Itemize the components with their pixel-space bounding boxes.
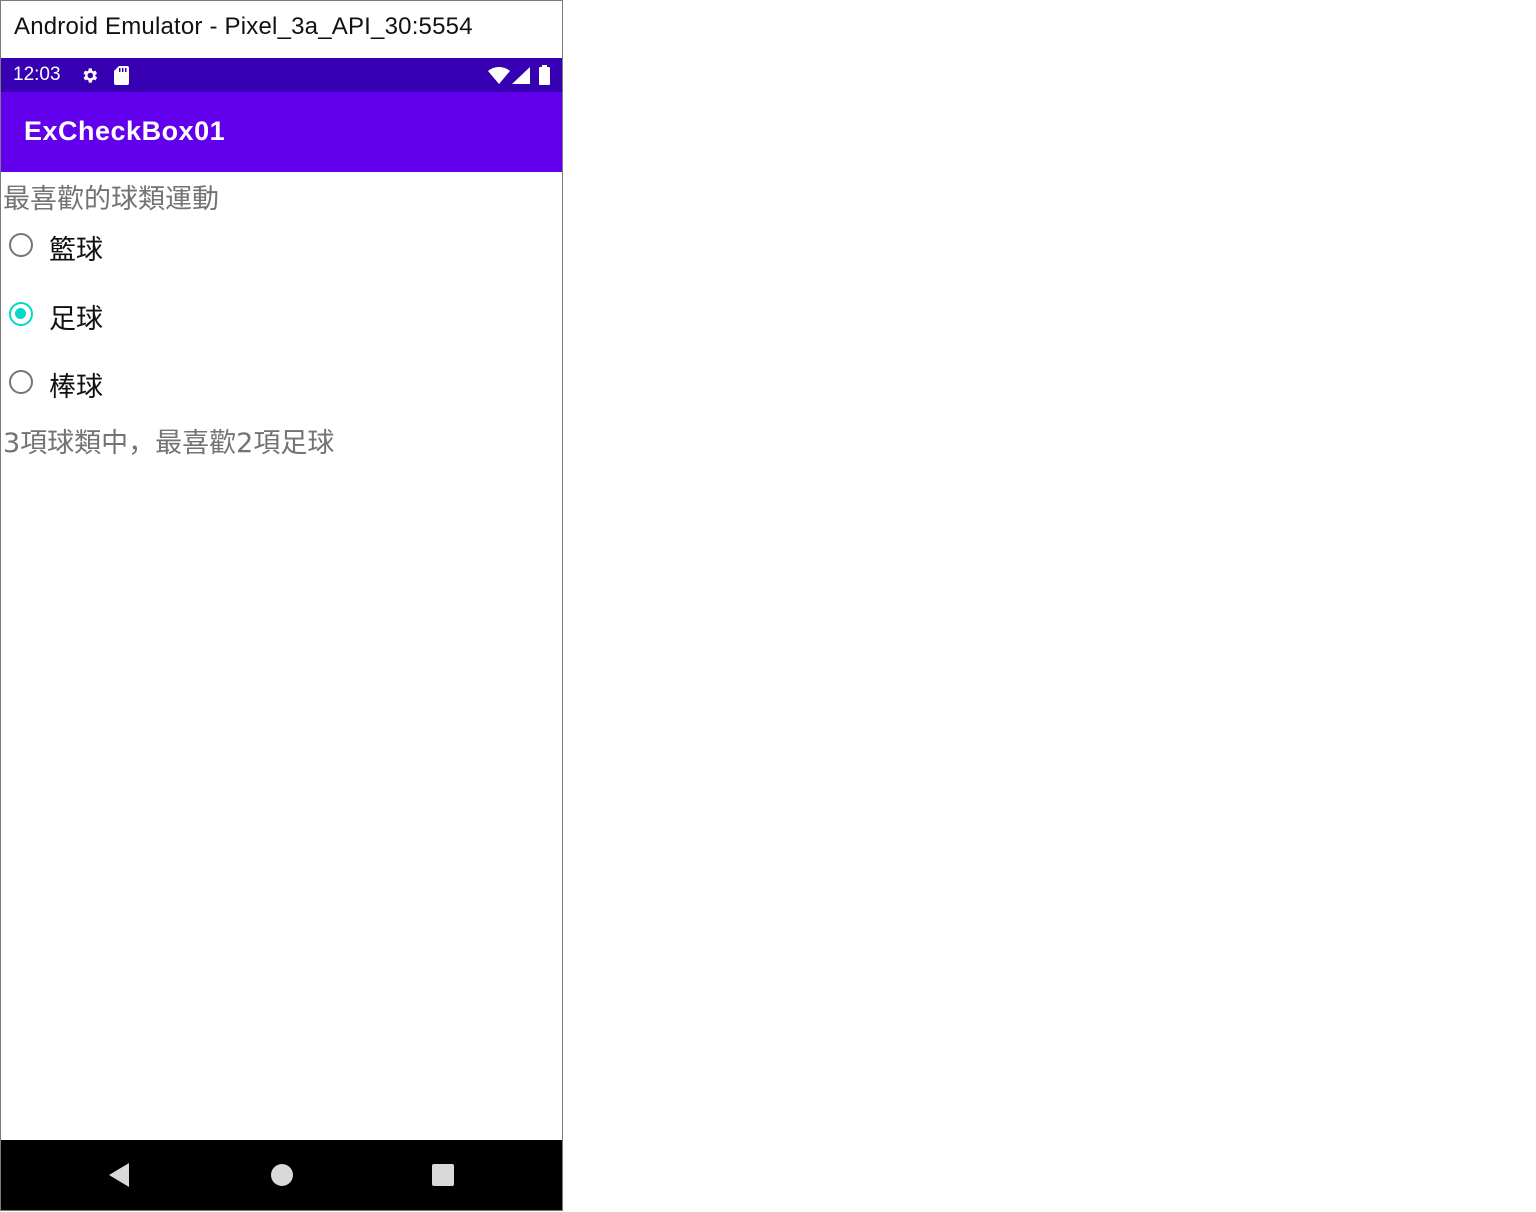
result-text: 3項球類中，最喜歡2項足球 [3, 428, 335, 459]
radio-label[interactable]: 籃球 [49, 228, 103, 267]
app-bar: ExCheckBox01 [1, 92, 562, 172]
radio-button[interactable] [9, 302, 33, 326]
gear-icon [80, 66, 99, 89]
question-heading: 最喜歡的球類運動 [3, 184, 219, 215]
home-icon[interactable] [270, 1162, 294, 1192]
battery-icon [539, 65, 550, 89]
app-title: ExCheckBox01 [24, 116, 226, 146]
radio-option-baseball[interactable]: 棒球 [9, 362, 409, 406]
radio-label[interactable]: 棒球 [49, 365, 103, 404]
sd-card-icon [114, 66, 129, 89]
window-title: Android Emulator - Pixel_3a_API_30:5554 [14, 13, 473, 40]
emulator-window: Android Emulator - Pixel_3a_API_30:5554 … [0, 0, 563, 1211]
cell-signal-icon [512, 67, 530, 88]
navigation-bar [1, 1140, 562, 1210]
back-icon[interactable] [107, 1162, 131, 1192]
status-bar: 12:03 [1, 58, 562, 92]
radio-option-basketball[interactable]: 籃球 [9, 225, 409, 269]
radio-button[interactable] [9, 233, 33, 257]
main-content: 最喜歡的球類運動 籃球 足球 棒球 3項球類中，最喜歡2項足球 [1, 172, 562, 1140]
radio-option-soccer[interactable]: 足球 [9, 294, 409, 338]
recents-icon[interactable] [431, 1162, 455, 1192]
status-time: 12:03 [13, 64, 61, 85]
radio-label[interactable]: 足球 [49, 297, 103, 336]
window-titlebar[interactable]: Android Emulator - Pixel_3a_API_30:5554 [1, 1, 562, 58]
wifi-icon [488, 66, 510, 88]
radio-button[interactable] [9, 370, 33, 394]
